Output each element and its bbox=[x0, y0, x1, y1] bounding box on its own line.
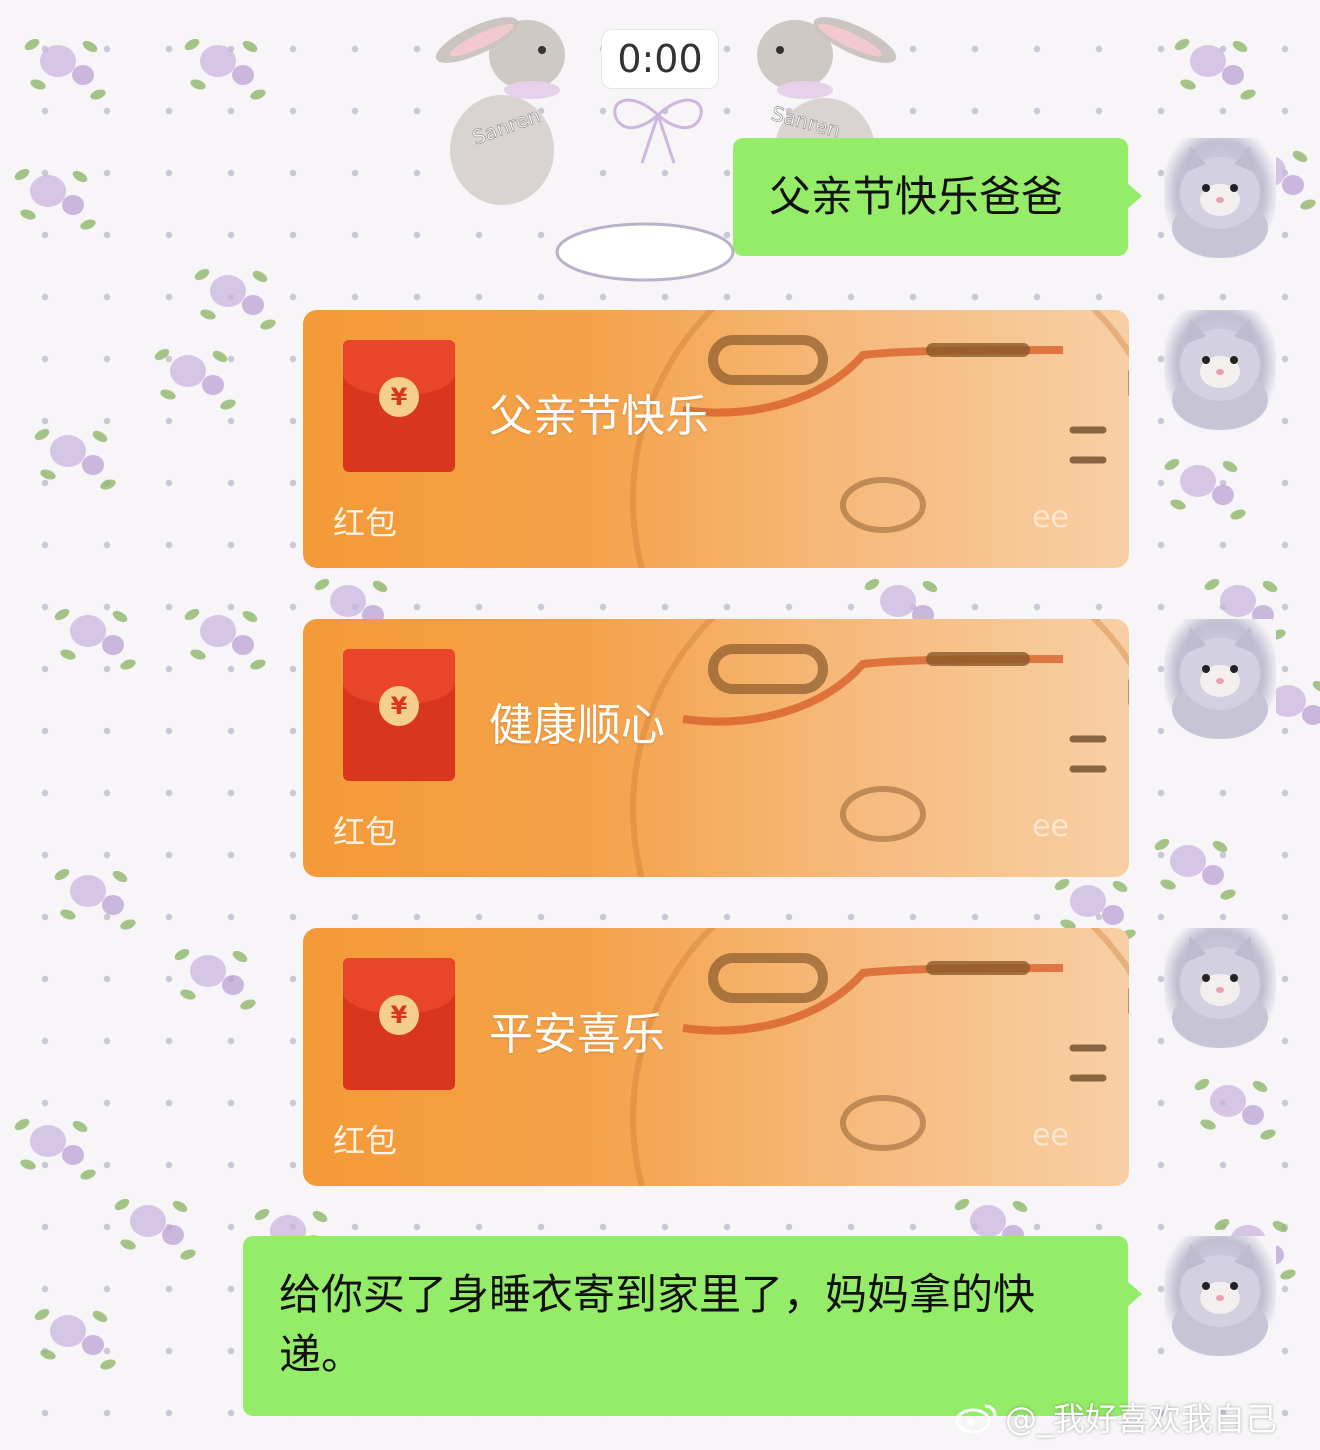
avatar[interactable] bbox=[1164, 1236, 1276, 1356]
kitten-plush-icon bbox=[1172, 318, 1268, 430]
text-message-bubble[interactable]: 父亲节快乐爸爸 bbox=[733, 138, 1142, 256]
ribbon-bow-icon bbox=[613, 98, 703, 164]
red-packet-message[interactable]: ¥ 父亲节快乐 红包 ee bbox=[303, 310, 1129, 568]
message-timestamp: 0:00 bbox=[602, 30, 718, 88]
flower-decoration bbox=[100, 1180, 210, 1270]
yuan-coin-icon: ¥ bbox=[379, 995, 419, 1035]
avatar[interactable] bbox=[1164, 928, 1276, 1048]
flower-decoration bbox=[40, 590, 150, 680]
kitten-plush-icon bbox=[1172, 1244, 1268, 1356]
bunny-sticker-left: Sanren bbox=[435, 17, 565, 205]
oval-sticker-decoration bbox=[555, 222, 735, 282]
sticker-text: ee bbox=[1032, 1118, 1069, 1153]
red-packet-label: 红包 bbox=[333, 504, 398, 542]
text-message-bubble[interactable]: 给你买了身睡衣寄到家里了，妈妈拿的快递。 bbox=[243, 1236, 1142, 1416]
red-envelope-icon: ¥ bbox=[343, 958, 455, 1090]
avatar[interactable] bbox=[1164, 619, 1276, 739]
flower-decoration bbox=[160, 930, 270, 1020]
flower-decoration bbox=[20, 410, 130, 500]
flower-decoration bbox=[0, 150, 110, 240]
flower-decoration bbox=[20, 1290, 130, 1380]
red-packet-message[interactable]: ¥ 健康顺心 红包 ee bbox=[303, 619, 1129, 877]
red-packet-label: 红包 bbox=[333, 1122, 398, 1160]
flower-decoration bbox=[40, 850, 150, 940]
sticker-text: ee bbox=[1032, 500, 1069, 535]
red-packet-label: 红包 bbox=[333, 813, 398, 851]
red-envelope-icon: ¥ bbox=[343, 649, 455, 781]
flower-decoration bbox=[180, 250, 290, 340]
watermark-text: @_我好喜欢我自己 bbox=[1005, 1400, 1278, 1438]
kitten-plush-icon bbox=[1172, 627, 1268, 739]
sticker-text: ee bbox=[1032, 809, 1069, 844]
weibo-watermark: @_我好喜欢我自己 bbox=[955, 1394, 1277, 1440]
yuan-coin-icon: ¥ bbox=[379, 686, 419, 726]
flower-decoration bbox=[1150, 440, 1260, 530]
red-packet-title: 健康顺心 bbox=[489, 700, 665, 751]
flower-decoration bbox=[1140, 820, 1250, 910]
avatar[interactable] bbox=[1164, 138, 1276, 258]
kitten-plush-icon bbox=[1172, 146, 1268, 258]
red-packet-title: 平安喜乐 bbox=[489, 1009, 665, 1060]
message-text: 父亲节快乐爸爸 bbox=[769, 172, 1064, 221]
flower-decoration bbox=[1180, 1060, 1290, 1150]
flower-decoration bbox=[10, 20, 120, 110]
yuan-coin-icon: ¥ bbox=[379, 377, 419, 417]
avatar[interactable] bbox=[1164, 310, 1276, 430]
flower-decoration bbox=[140, 330, 250, 420]
message-text: 给你买了身睡衣寄到家里了，妈妈拿的快递。 bbox=[279, 1270, 1036, 1379]
weibo-logo-icon bbox=[955, 1404, 997, 1434]
kitten-plush-icon bbox=[1172, 936, 1268, 1048]
red-envelope-icon: ¥ bbox=[343, 340, 455, 472]
red-packet-message[interactable]: ¥ 平安喜乐 红包 ee bbox=[303, 928, 1129, 1186]
flower-decoration bbox=[170, 590, 280, 680]
flower-decoration bbox=[1160, 20, 1270, 110]
red-packet-title: 父亲节快乐 bbox=[489, 391, 709, 442]
flower-decoration bbox=[170, 20, 280, 110]
flower-decoration bbox=[0, 1100, 110, 1190]
